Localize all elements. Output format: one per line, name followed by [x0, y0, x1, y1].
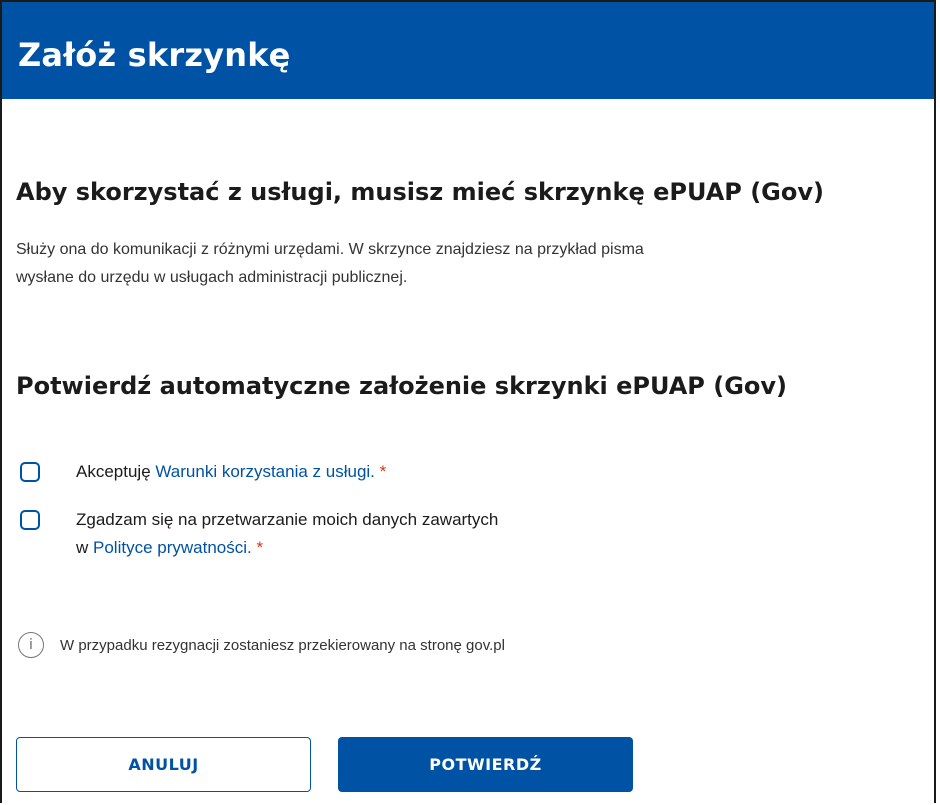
privacy-label: Zgadzam się na przetwarzanie moich danyc…	[76, 506, 498, 562]
confirm-button[interactable]: POTWIERDŹ	[338, 737, 633, 792]
terms-consent-row: Akceptuję Warunki korzystania z usługi. …	[20, 462, 386, 486]
privacy-line1: Zgadzam się na przetwarzanie moich danyc…	[76, 510, 499, 529]
privacy-checkbox[interactable]	[20, 510, 40, 530]
intro-description-line1: Służy ona do komunikacji z różnymi urzęd…	[16, 241, 644, 258]
page-header: Załóż skrzynkę	[2, 2, 934, 99]
privacy-required-mark: *	[251, 538, 264, 557]
window-frame	[0, 0, 936, 803]
cancel-button[interactable]: ANULUJ	[16, 737, 311, 792]
privacy-policy-link[interactable]: Polityce prywatności.	[93, 538, 252, 557]
terms-prefix: Akceptuję	[76, 462, 156, 481]
intro-description: Służy ona do komunikacji z różnymi urzęd…	[16, 236, 896, 292]
confirm-heading: Potwierdź automatyczne założenie skrzynk…	[16, 372, 788, 400]
terms-required-mark: *	[374, 462, 387, 481]
page-title: Załóż skrzynkę	[18, 36, 291, 74]
info-notice: i W przypadku rezygnacji zostaniesz prze…	[18, 632, 505, 658]
privacy-consent-row: Zgadzam się na przetwarzanie moich danyc…	[20, 510, 498, 562]
terms-link[interactable]: Warunki korzystania z usługi.	[155, 462, 375, 481]
info-icon: i	[18, 632, 44, 658]
info-text: W przypadku rezygnacji zostaniesz przeki…	[60, 636, 505, 654]
intro-heading: Aby skorzystać z usługi, musisz mieć skr…	[16, 178, 824, 206]
privacy-prefix: w	[76, 538, 93, 557]
terms-label: Akceptuję Warunki korzystania z usługi. …	[76, 458, 386, 486]
terms-checkbox[interactable]	[20, 462, 40, 482]
intro-description-line2: wysłane do urzędu w usługach administrac…	[16, 269, 408, 286]
